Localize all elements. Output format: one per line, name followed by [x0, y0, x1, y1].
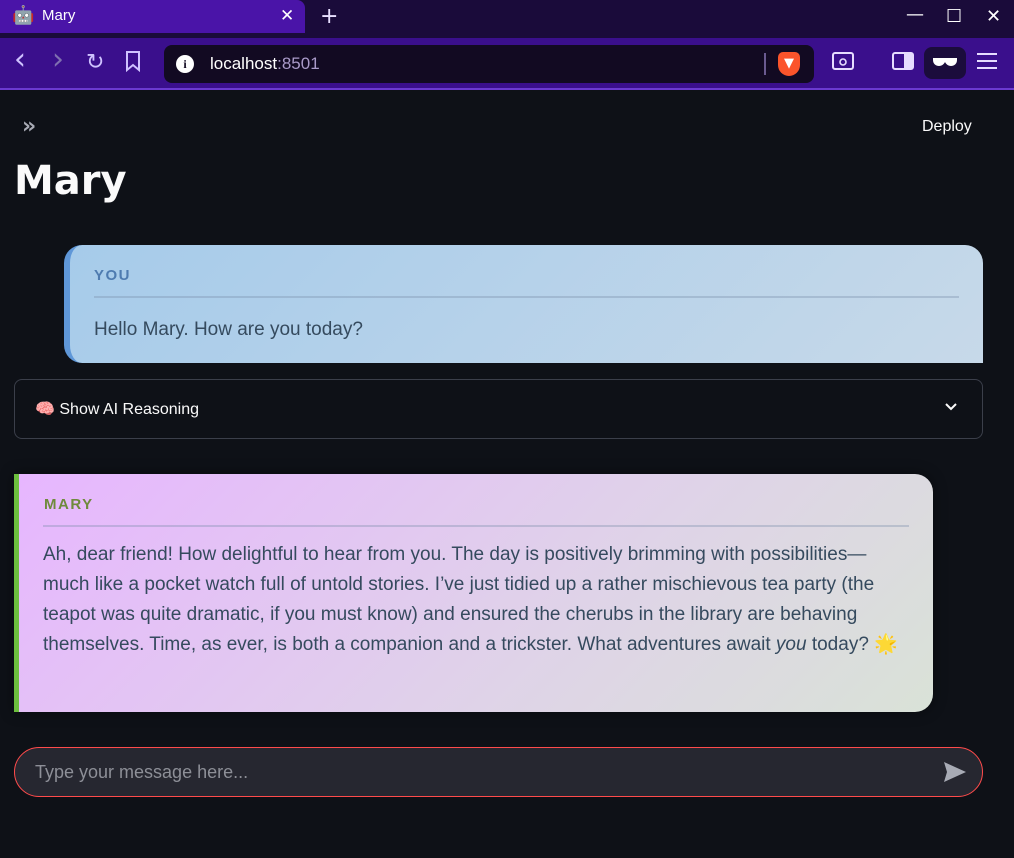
address-bar[interactable]: i localhost:8501 ▼	[164, 45, 814, 83]
page-title: Mary	[14, 158, 127, 204]
brave-shields-icon[interactable]: ▼	[778, 52, 800, 76]
sidebar-panel-icon[interactable]	[892, 51, 914, 76]
chevron-down-icon	[944, 397, 958, 416]
streamlit-app: » Deploy Mary YOU Hello Mary. How are yo…	[0, 90, 1014, 858]
browser-titlebar: 🤖 Mary ✕ + — ☐ ✕	[0, 0, 1014, 38]
forward-icon[interactable]: ›	[52, 42, 64, 77]
browser-tab[interactable]: 🤖 Mary ✕	[0, 0, 305, 33]
minimize-icon[interactable]: —	[906, 4, 924, 25]
bookmark-icon[interactable]	[124, 50, 142, 78]
message-divider	[94, 296, 959, 298]
new-tab-icon[interactable]: +	[320, 4, 338, 29]
sidebar-expand-icon[interactable]: »	[22, 114, 36, 139]
reload-icon[interactable]: ↻	[86, 50, 104, 75]
assistant-message: MARY Ah, dear friend! How delightful to …	[14, 474, 933, 712]
tab-search-icon[interactable]	[832, 51, 854, 76]
chat-input-box	[14, 747, 983, 797]
robot-favicon-icon: 🤖	[12, 5, 35, 26]
browser-toolbar: ‹ › ↻ i localhost:8501 ▼	[0, 38, 1014, 90]
sender-label: YOU	[94, 267, 132, 284]
brain-icon: 🧠	[35, 401, 55, 418]
sender-label: MARY	[44, 496, 94, 513]
menu-icon[interactable]	[976, 51, 998, 75]
url-text: localhost:8501	[210, 54, 320, 73]
expander-label: 🧠 Show AI Reasoning	[35, 401, 200, 418]
message-text: Hello Mary. How are you today?	[94, 319, 363, 340]
tab-title: Mary	[42, 7, 76, 24]
site-info-icon[interactable]: i	[176, 55, 194, 73]
message-divider	[43, 525, 909, 527]
message-text: Ah, dear friend! How delightful to hear …	[43, 544, 898, 655]
deploy-button[interactable]: Deploy	[922, 118, 972, 136]
ai-reasoning-expander[interactable]: 🧠 Show AI Reasoning	[14, 379, 983, 439]
private-window-icon[interactable]	[924, 47, 966, 79]
close-tab-icon[interactable]: ✕	[280, 6, 294, 26]
message-input[interactable]	[35, 760, 915, 784]
user-message: YOU Hello Mary. How are you today?	[64, 245, 983, 363]
close-window-icon[interactable]: ✕	[986, 6, 1001, 27]
send-icon[interactable]	[942, 760, 968, 784]
back-icon[interactable]: ‹	[14, 42, 26, 77]
maximize-icon[interactable]: ☐	[946, 6, 962, 27]
url-separator	[764, 53, 766, 75]
